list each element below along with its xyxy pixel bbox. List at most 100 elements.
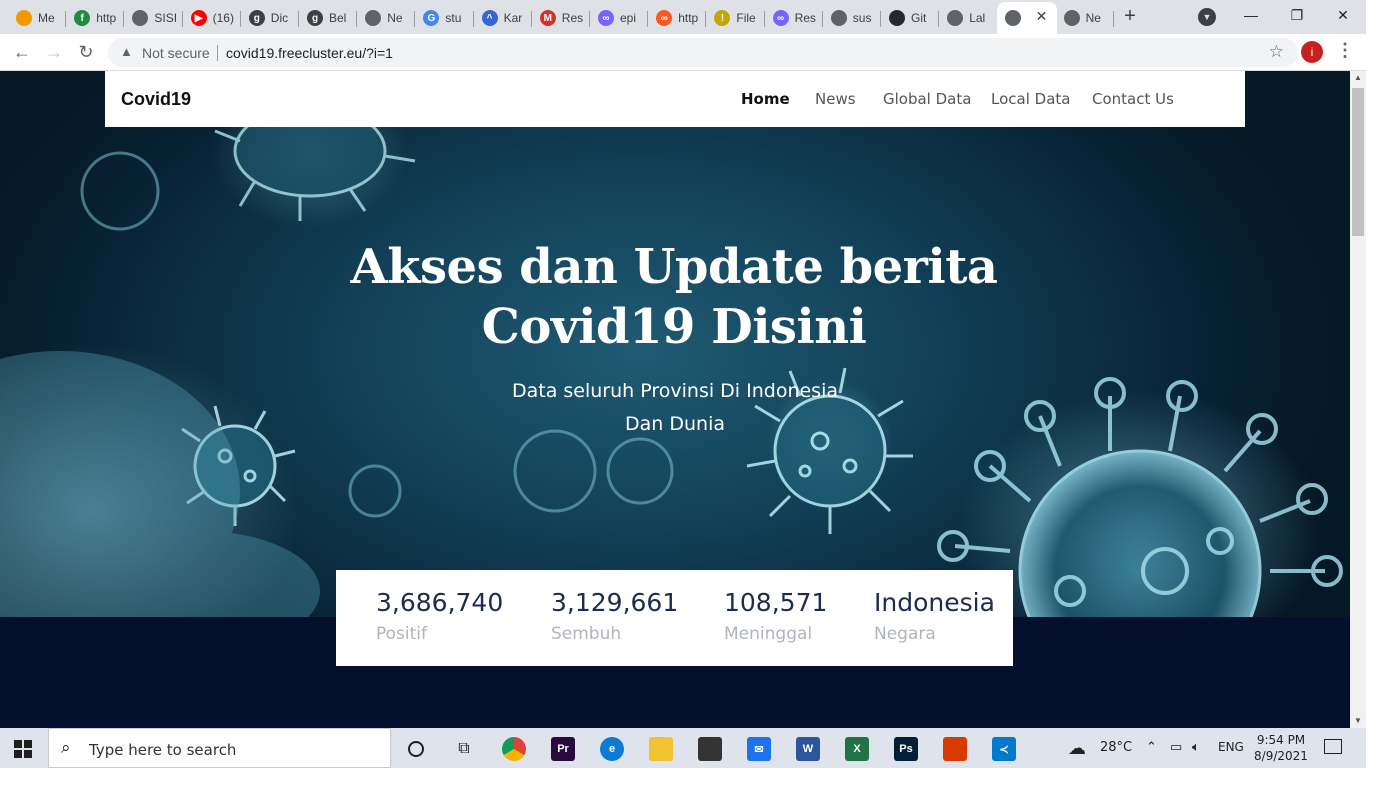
volume-icon[interactable]: 🔈︎	[1192, 740, 1200, 755]
office-icon	[943, 737, 967, 761]
file-explorer-taskbar-icon[interactable]	[641, 734, 681, 770]
tab-title: Res	[561, 11, 584, 25]
browser-menu-icon[interactable]: ⋮	[1336, 40, 1354, 61]
taskbar-search[interactable]: ⌕ Type here to search	[48, 728, 391, 768]
tab-title: Ne	[1085, 11, 1101, 25]
screen-edge-bottom	[0, 768, 1392, 804]
stat-label: Positif	[376, 624, 427, 644]
nav-local-data[interactable]: Local Data	[991, 90, 1070, 108]
cortana-icon[interactable]	[396, 734, 436, 764]
chrome-taskbar-icon[interactable]	[494, 734, 534, 770]
browser-tab[interactable]: Me	[8, 4, 67, 32]
clock-time: 9:54 PM	[1256, 733, 1306, 747]
language-indicator[interactable]: ENG	[1218, 740, 1244, 754]
tab-favicon-icon	[947, 10, 964, 26]
word-taskbar-icon[interactable]: W	[788, 734, 828, 764]
browser-tab[interactable]: ! File	[706, 4, 765, 32]
tab-title: stu	[445, 11, 462, 25]
start-windows-icon[interactable]	[14, 740, 32, 758]
browser-tab[interactable]: ∞ epi	[590, 4, 649, 32]
tab-title: Lal	[969, 11, 986, 25]
tab-close-icon[interactable]: ✕	[1036, 8, 1048, 25]
mail-taskbar-icon[interactable]: ✉	[739, 734, 779, 764]
back-icon[interactable]: ←	[10, 40, 34, 64]
profile-avatar[interactable]: i	[1301, 41, 1323, 63]
nav-global-data[interactable]: Global Data	[883, 90, 971, 108]
not-secure-label[interactable]: Not secure	[142, 45, 210, 61]
tab-favicon-icon	[1005, 10, 1022, 26]
browser-tab[interactable]: ✕	[997, 2, 1058, 34]
stat-negara: Indonesia Negara	[874, 586, 995, 646]
browser-tab[interactable]: SISI	[124, 4, 183, 32]
notification-center-icon[interactable]	[1324, 739, 1342, 754]
edge-taskbar-icon[interactable]: e	[592, 734, 632, 764]
task-view-icon[interactable]: ⧉	[444, 734, 484, 764]
tab-separator	[1112, 11, 1114, 27]
photoshop-taskbar-icon[interactable]: Ps	[886, 734, 926, 764]
stat-value: 108,571	[724, 588, 828, 617]
browser-tab[interactable]: Gstu	[415, 4, 474, 32]
file-explorer-icon	[649, 737, 673, 761]
window-maximize-button[interactable]: ❐	[1274, 4, 1320, 28]
warning-icon[interactable]: ▲	[120, 44, 133, 59]
site-brand[interactable]: Covid19	[121, 89, 191, 110]
browser-tab[interactable]: f http	[66, 4, 125, 32]
browser-tab[interactable]: ∞ Res	[765, 4, 823, 32]
weather-temp[interactable]: 28°C	[1100, 740, 1132, 755]
nav-home[interactable]: Home	[741, 90, 790, 108]
scrollbar-thumb[interactable]	[1352, 88, 1364, 236]
page-scrollbar[interactable]: ▲ ▼	[1350, 71, 1366, 728]
tab-favicon-icon	[830, 10, 847, 26]
browser-tab[interactable]: ^ Kar	[474, 4, 532, 32]
weather-icon[interactable]: ☁	[1068, 738, 1086, 759]
browser-tab[interactable]: Ne	[1056, 4, 1114, 32]
browser-tab[interactable]: ▶ (16)	[183, 4, 241, 32]
tab-favicon-icon: g	[307, 10, 323, 26]
show-hidden-icons-chevron-icon[interactable]: ⌃	[1146, 740, 1157, 755]
battery-icon[interactable]: ▭	[1170, 740, 1182, 755]
windows-taskbar: ⌕ Type here to search ⧉ Pr e ✉ W X Ps ≺ ☁ 28°C…	[0, 728, 1366, 770]
tab-search-chevron-icon[interactable]: ▼	[1198, 8, 1216, 26]
forward-icon[interactable]: →	[42, 40, 66, 64]
scroll-down-icon[interactable]: ▼	[1350, 714, 1366, 728]
tab-title: (16)	[212, 11, 234, 25]
window-minimize-button[interactable]: —	[1228, 4, 1274, 28]
browser-tab[interactable]: g Dic	[241, 4, 299, 32]
tab-favicon-icon: G	[423, 10, 440, 26]
nav-contact-us[interactable]: Contact Us	[1092, 90, 1174, 108]
new-tab-button[interactable]: +	[1118, 5, 1142, 29]
browser-tab[interactable]: M Res	[532, 4, 590, 32]
stat-value: Indonesia	[874, 588, 995, 617]
url-text[interactable]: covid19.freecluster.eu/?i=1	[226, 45, 393, 61]
hero-title: Akses dan Update berita Covid19 Disini	[300, 237, 1048, 357]
browser-tab[interactable]: Ne	[357, 4, 416, 32]
window-close-button[interactable]: ✕	[1320, 4, 1366, 28]
premiere-taskbar-icon[interactable]: Pr	[543, 734, 583, 764]
office-taskbar-icon[interactable]	[935, 734, 975, 764]
taskbar-clock[interactable]: 9:54 PM 8/9/2021	[1250, 732, 1312, 764]
stat-label: Sembuh	[551, 624, 622, 644]
vscode-taskbar-icon[interactable]: ≺	[984, 734, 1024, 770]
browser-tab[interactable]: g Bel	[299, 4, 358, 32]
reload-icon[interactable]: ↻	[74, 40, 98, 64]
nav-news[interactable]: News	[815, 90, 856, 108]
store-taskbar-icon[interactable]	[690, 734, 730, 764]
bookmark-star-icon[interactable]: ☆	[1269, 42, 1284, 62]
photoshop-icon: Ps	[894, 737, 918, 761]
tab-title: Me	[38, 11, 55, 25]
browser-tab[interactable]: Lal	[939, 4, 997, 32]
browser-tab[interactable]: sus	[823, 4, 881, 32]
scroll-up-icon[interactable]: ▲	[1350, 71, 1366, 85]
address-bar[interactable]: ▲ Not secure covid19.freecluster.eu/?i=1…	[108, 38, 1298, 67]
browser-tab[interactable]: Git	[881, 4, 940, 32]
browser-tab[interactable]: ∞ http	[648, 4, 707, 32]
tab-title: Bel	[329, 11, 347, 25]
tab-favicon-icon: ∞	[772, 10, 789, 26]
stat-value: 3,686,740	[376, 588, 504, 617]
store-icon	[698, 737, 722, 761]
excel-taskbar-icon[interactable]: X	[837, 734, 877, 764]
hero-section: Akses dan Update berita Covid19 Disini D…	[0, 71, 1350, 617]
stat-positif: 3,686,740 Positif	[376, 586, 503, 646]
word-icon: W	[796, 737, 820, 761]
tab-favicon-icon: !	[714, 10, 731, 26]
